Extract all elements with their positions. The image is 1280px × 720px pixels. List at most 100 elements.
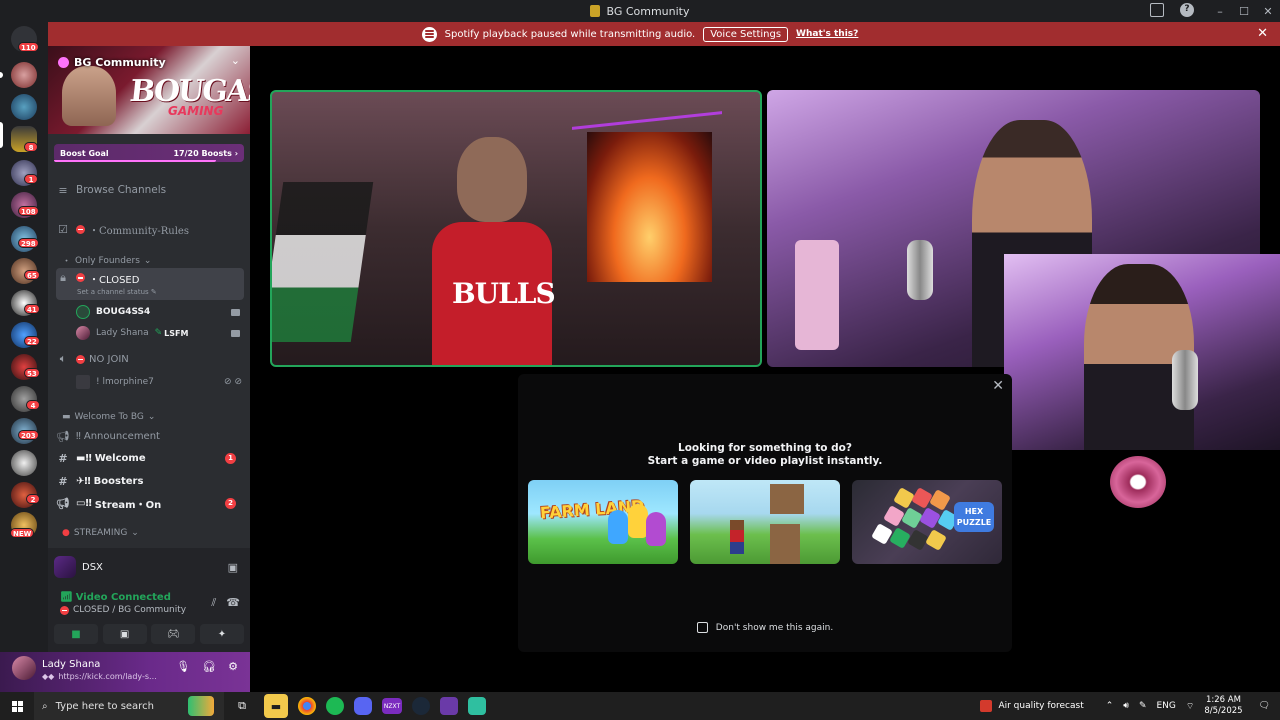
inbox-icon[interactable] <box>1150 3 1164 17</box>
volume-icon[interactable]: 🔊︎ <box>1123 701 1129 711</box>
dont-show-checkbox[interactable] <box>696 622 708 633</box>
search-placeholder: Type here to search <box>55 700 154 712</box>
server-name[interactable]: BG Community <box>58 56 166 69</box>
maximize-button[interactable]: ☐ <box>1232 5 1256 18</box>
channel-boosters[interactable]: # ✈‼ Boosters <box>56 471 244 491</box>
taskbar-search[interactable]: ⌕ Type here to search <box>34 692 224 720</box>
dont-show-again[interactable]: Don't show me this again. <box>518 622 1012 633</box>
chevron-down-icon[interactable]: ⌄ <box>231 54 240 67</box>
channel-community-rules[interactable]: ☑ ・Community-Rules <box>56 219 244 239</box>
no-entry-icon <box>76 224 85 234</box>
voice-location-text: CLOSED / BG Community <box>73 605 187 615</box>
checkbox-icon: ☑ <box>58 222 68 236</box>
channel-prefix: ‼ <box>76 430 81 442</box>
spotify-icon[interactable] <box>326 697 344 715</box>
screen-share-icon[interactable]: ▣ <box>228 561 238 574</box>
wifi-icon[interactable]: ⌔ <box>1186 701 1194 712</box>
server-banner[interactable]: BOUGASSAA GAMING BG Community ⌄ <box>48 46 250 134</box>
gear-icon[interactable]: ⚙ <box>228 660 238 673</box>
background-flag <box>272 182 374 342</box>
app-icon[interactable] <box>468 697 486 715</box>
server-icon[interactable] <box>11 450 37 476</box>
streamer-head <box>457 137 527 222</box>
spotify-notice-bar: Spotify playback paused while transmitti… <box>0 22 1280 46</box>
notification-icon[interactable]: 🗨︎ <box>1259 701 1270 711</box>
user-avatar[interactable] <box>12 656 36 680</box>
voice-settings-button[interactable]: Voice Settings <box>703 26 789 42</box>
channel-announcement[interactable]: 📢︎ ‼ Announcement <box>56 426 244 446</box>
chrome-icon[interactable] <box>298 697 316 715</box>
clock[interactable]: 1:26 AM 8/5/2025 <box>1204 695 1242 717</box>
voice-user[interactable]: ! lmorphine7 ⊘ ⊘ <box>76 372 246 392</box>
pen-icon[interactable]: ✎ <box>1139 701 1147 711</box>
whats-this-link[interactable]: What's this? <box>796 29 858 39</box>
chevron-up-icon[interactable]: ⌃ <box>1106 701 1114 711</box>
language-indicator[interactable]: ENG <box>1157 701 1176 711</box>
category-label: Only Founders <box>75 255 140 266</box>
camera-icon <box>231 308 240 316</box>
help-icon[interactable]: ? <box>1180 3 1194 17</box>
close-notice-icon[interactable]: ✕ <box>1257 26 1268 41</box>
voice-user[interactable]: Lady Shana ✎ LSFM <box>76 323 246 343</box>
app-icon[interactable] <box>440 697 458 715</box>
close-icon[interactable]: ✕ <box>992 378 1004 394</box>
background-neon <box>572 92 722 130</box>
server-badge: 22 <box>24 336 40 346</box>
start-button[interactable] <box>0 692 34 720</box>
streamer-figure: BULLS <box>432 137 556 365</box>
category-streaming[interactable]: ● STREAMING ⌄ <box>62 528 139 538</box>
mention-badge: 2 <box>225 497 236 509</box>
microphone-icon[interactable]: 🎙︎ <box>176 660 190 673</box>
clock-time: 1:26 AM <box>1205 695 1241 705</box>
nzxt-icon[interactable]: NZXT <box>382 698 402 714</box>
activities-button[interactable]: 🎮︎ <box>151 624 196 644</box>
server-badge: 108 <box>18 206 39 216</box>
voice-status[interactable]: 📶︎ Video Connected <box>60 592 171 603</box>
muted-icon: ⊘ ⊘ <box>224 377 242 387</box>
server-badge: 4 <box>26 400 40 410</box>
soundboard-button[interactable]: ✦ <box>199 624 244 644</box>
server-icon[interactable] <box>11 62 37 88</box>
share-screen-button[interactable]: ▣ <box>102 624 147 644</box>
voice-server-name: DSX <box>82 561 103 573</box>
discord-icon[interactable] <box>354 697 372 715</box>
air-quality-widget[interactable]: Air quality forecast <box>980 700 1084 712</box>
noise-suppression-icon[interactable]: ⫽ <box>211 596 216 610</box>
lock-icon: 🔒︎ <box>60 271 66 284</box>
camera-button[interactable]: ■ <box>54 624 98 644</box>
close-window-button[interactable]: ✕ <box>1256 5 1280 18</box>
chevron-down-icon: ⌄ <box>143 255 152 266</box>
user-name[interactable]: Lady Shana <box>42 659 100 670</box>
disconnect-icon[interactable]: ☎ <box>226 596 240 610</box>
game-card-farm-land[interactable]: FARM LAND <box>528 480 678 564</box>
channel-label: ・CLOSED <box>89 275 140 286</box>
game-card-blocks[interactable] <box>690 480 840 564</box>
channel-status[interactable]: Set a channel status ✎ <box>77 288 157 296</box>
headphones-icon[interactable]: 🎧︎ <box>202 660 216 673</box>
server-badge: 1 <box>24 174 38 184</box>
minimize-button[interactable]: – <box>1208 5 1232 18</box>
steam-icon[interactable] <box>412 697 430 715</box>
task-view-icon[interactable]: ⧉ <box>230 694 254 718</box>
cup-prop <box>795 240 839 350</box>
channel-label: ・Community-Rules <box>89 225 189 237</box>
file-explorer-icon[interactable]: ▬ <box>264 694 288 718</box>
game-card-hex-puzzle[interactable]: HEX PUZZLE <box>852 480 1002 564</box>
banner-subtext: GAMING <box>168 104 224 118</box>
browse-channels[interactable]: ≡ Browse Channels <box>56 180 244 200</box>
channel-stream-on[interactable]: 📢︎ ▭‼ Stream・On 2 <box>56 493 244 513</box>
hex-tile <box>925 529 947 551</box>
voice-server-row[interactable]: DSX ▣ <box>54 554 244 580</box>
windows-taskbar: ⌕ Type here to search ⧉ ▬ NZXT Air quali… <box>0 692 1280 720</box>
voice-user[interactable]: BOUG4SS4 <box>76 302 246 322</box>
server-icon[interactable] <box>11 94 37 120</box>
category-only-founders[interactable]: ・ Only Founders ⌄ <box>62 254 152 268</box>
category-welcome[interactable]: ▬ Welcome To BG ⌄ <box>62 412 155 422</box>
channel-welcome[interactable]: # ▬‼ Welcome 1 <box>56 448 244 468</box>
video-tile-boug4ss4[interactable]: BULLS <box>270 90 762 367</box>
search-icon: ⌕ <box>42 700 48 712</box>
boost-goal-bar[interactable]: Boost Goal 17/20 Boosts › <box>54 144 244 162</box>
chevron-down-icon: ⌄ <box>131 528 139 538</box>
voice-channel-no-join[interactable]: 🔈︎ NO JOIN <box>56 349 244 369</box>
picture-in-picture-video[interactable] <box>1004 254 1280 450</box>
